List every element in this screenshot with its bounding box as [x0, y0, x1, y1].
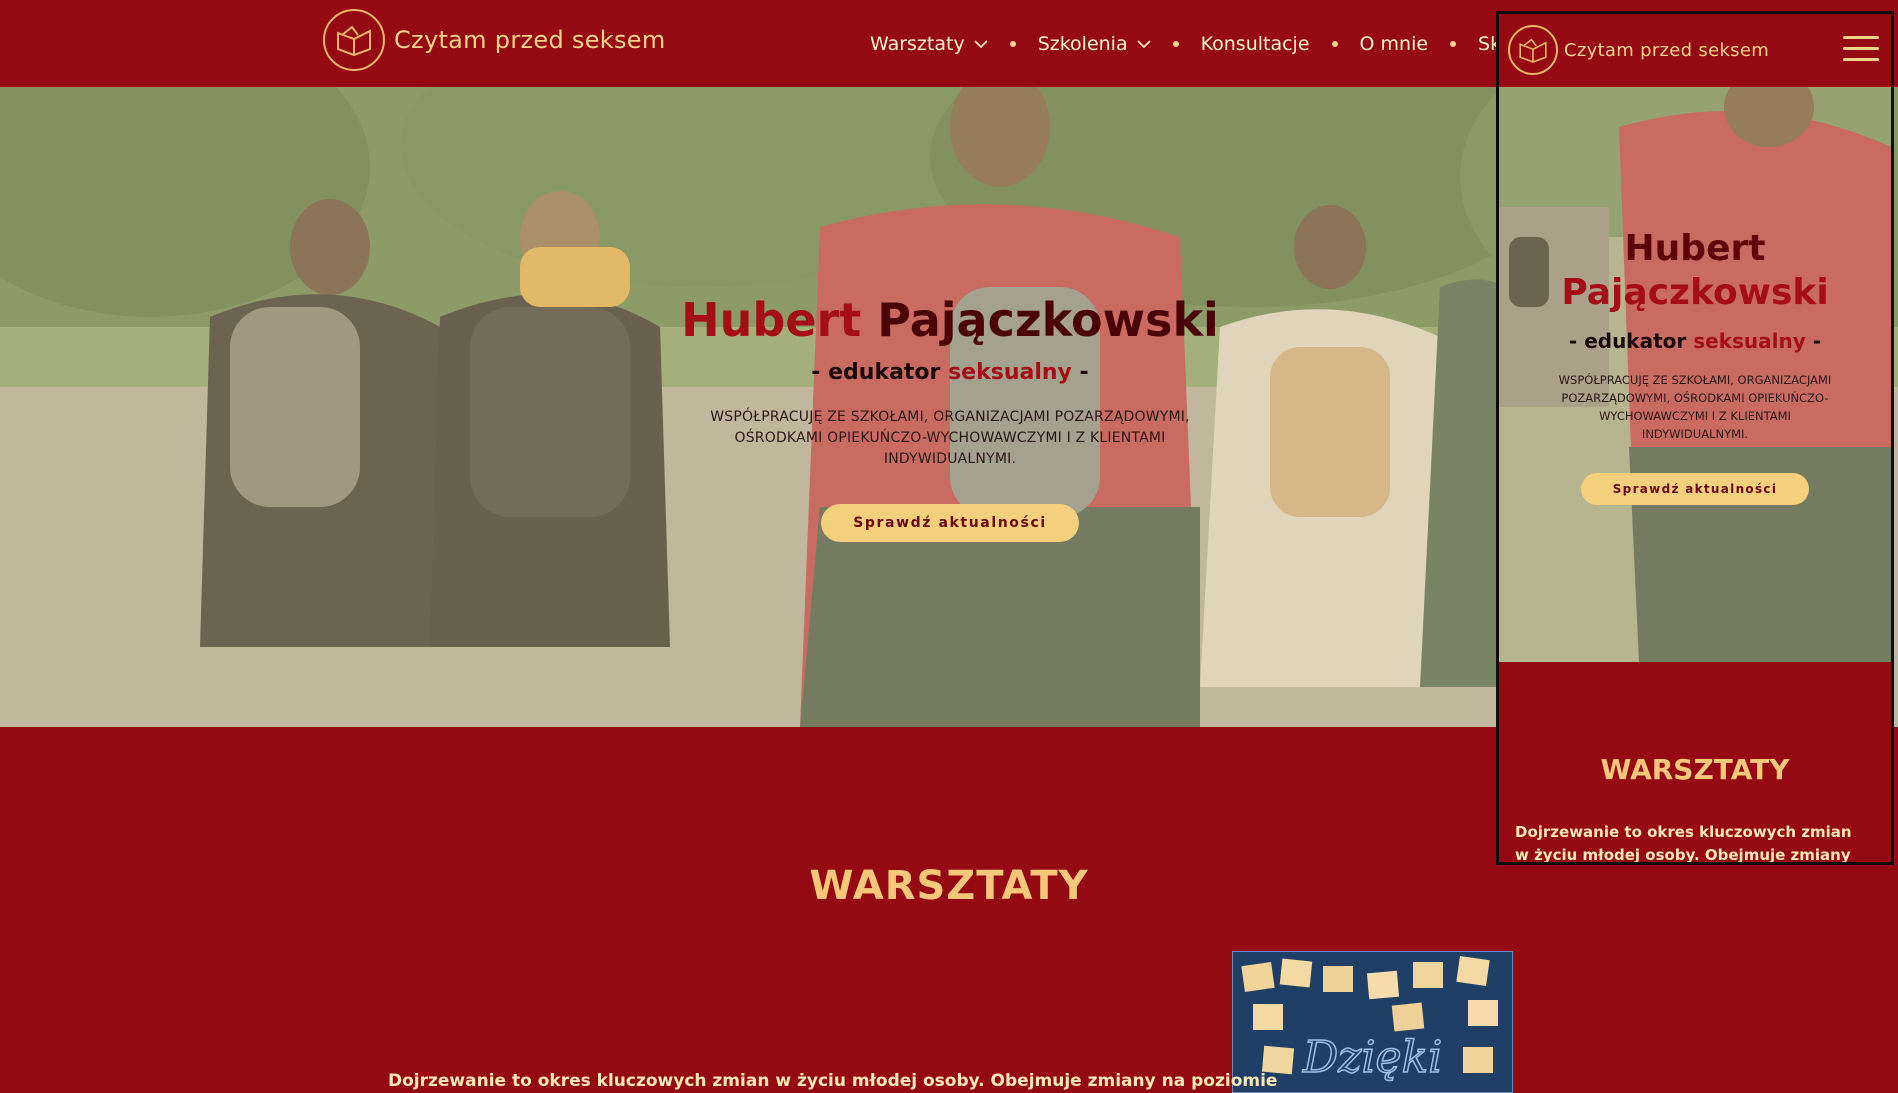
hero-name-first: Hubert	[681, 293, 862, 347]
hero-name-first: Hubert	[1624, 228, 1766, 269]
nav-separator-dot	[1331, 41, 1338, 47]
hamburger-menu-icon[interactable]	[1843, 36, 1879, 62]
news-cta-button[interactable]: Sprawdź aktualności	[821, 504, 1079, 542]
mobile-site-logo[interactable]: Czytam przed seksem	[1508, 25, 1769, 75]
hero-name-last: Pajączkowski	[877, 293, 1219, 347]
nav-separator-dot	[1009, 41, 1016, 47]
site-logo[interactable]: Czytam przed seksem	[323, 9, 666, 71]
nav-item-szkolenia[interactable]: Szkolenia	[1038, 33, 1151, 55]
nav-item-o-mnie[interactable]: O mnie	[1360, 33, 1429, 55]
nav-item-konsultacje[interactable]: Konsultacje	[1201, 33, 1310, 55]
hero-title: Hubert Pajączkowski	[650, 292, 1250, 348]
open-book-icon	[1508, 25, 1558, 75]
mobile-news-cta-button[interactable]: Sprawdź aktualności	[1580, 473, 1810, 505]
mobile-preview-frame: Czytam przed seksem Hubert Pajączkowski …	[1496, 11, 1894, 865]
main-nav: Warsztaty Szkolenia Konsultacje O mnie S…	[870, 30, 1532, 58]
nav-item-warsztaty[interactable]: Warsztaty	[870, 33, 988, 55]
mobile-workshops-intro-text: Dojrzewanie to okres kluczowych zmian w …	[1515, 823, 1852, 864]
mobile-hero-section: Hubert Pajączkowski - edukator seksualny…	[1499, 87, 1891, 662]
board-chalk-text: Dzięki	[1302, 1032, 1442, 1083]
nav-item-label: Konsultacje	[1200, 33, 1310, 55]
hero-name-last: Pajączkowski	[1561, 272, 1829, 313]
nav-separator-dot	[1172, 41, 1179, 47]
mobile-workshops-title: WARSZTATY	[1600, 753, 1790, 787]
hero-subtitle: - edukator seksualny -	[650, 360, 1250, 385]
workshops-title: WARSZTATY	[809, 863, 1089, 910]
workshops-intro-text: Dojrzewanie to okres kluczowych zmian w …	[388, 1071, 1278, 1091]
nav-item-label: Warsztaty	[870, 33, 965, 55]
nav-separator-dot	[1450, 41, 1457, 47]
subtitle-dash: -	[1568, 329, 1578, 353]
chevron-down-icon	[1137, 39, 1151, 48]
mobile-header: Czytam przed seksem	[1499, 14, 1891, 87]
nav-item-label: Szkolenia	[1037, 33, 1128, 55]
subtitle-main: edukator	[828, 360, 941, 385]
subtitle-dash: -	[1079, 360, 1089, 385]
subtitle-dash: -	[811, 360, 821, 385]
brand-name: Czytam przed seksem	[394, 26, 666, 54]
mobile-hero-subtitle: - edukator seksualny -	[1499, 329, 1891, 353]
subtitle-main: edukator	[1584, 329, 1687, 353]
hero-description: WSPÓŁPRACUJĘ ZE SZKOŁAMI, ORGANIZACJAMI …	[710, 409, 1190, 467]
open-book-icon	[323, 9, 385, 71]
mobile-hero-description: WSPÓŁPRACUJĘ ZE SZKOŁAMI, ORGANIZACJAMI …	[1558, 373, 1832, 441]
chevron-down-icon	[974, 39, 988, 48]
subtitle-accent: seksualny	[1693, 329, 1806, 353]
mobile-hero-content: Hubert Pajączkowski - edukator seksualny…	[1499, 227, 1891, 505]
nav-item-label: O mnie	[1359, 33, 1429, 55]
subtitle-dash: -	[1812, 329, 1822, 353]
hero-content: Hubert Pajączkowski - edukator seksualny…	[650, 292, 1250, 542]
mobile-hero-title: Hubert Pajączkowski	[1499, 227, 1891, 315]
brand-name: Czytam przed seksem	[1564, 39, 1770, 61]
subtitle-accent: seksualny	[948, 360, 1072, 385]
